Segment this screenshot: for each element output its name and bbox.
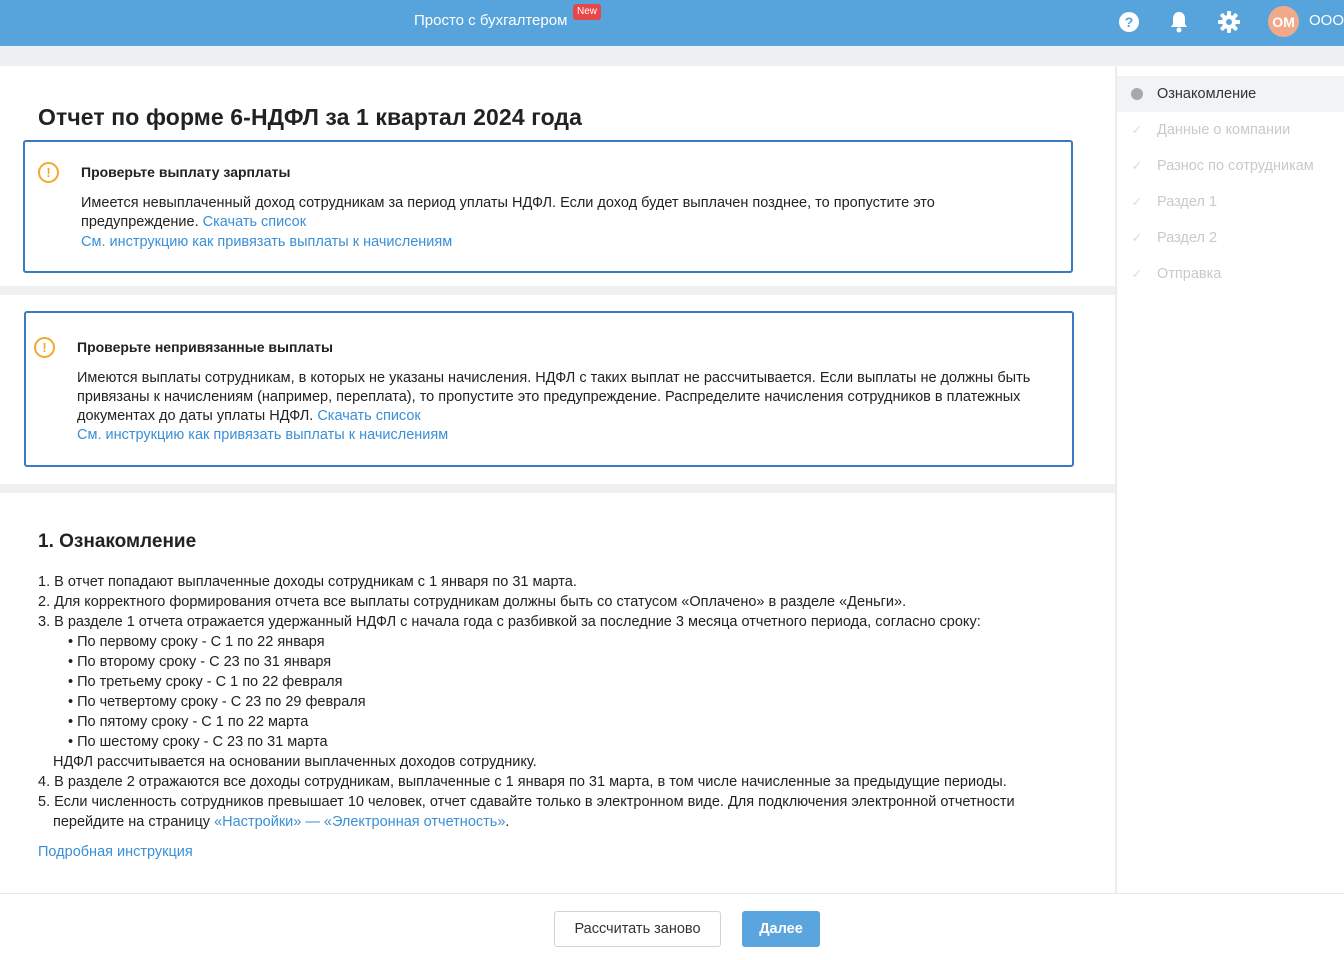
divider bbox=[0, 286, 1115, 295]
topbar: Просто с бухгалтером New ? ОМ ООО bbox=[0, 0, 1344, 46]
current-step-dot-icon bbox=[1131, 88, 1143, 100]
new-badge: New bbox=[573, 4, 602, 20]
section-title: 1. Ознакомление bbox=[38, 531, 197, 552]
intro-item: 3. В разделе 1 отчета отражается удержан… bbox=[38, 614, 981, 630]
check-icon: ✓ bbox=[1131, 122, 1143, 137]
intro-item: 1. В отчет попадают выплаченные доходы с… bbox=[38, 574, 577, 590]
recalculate-button[interactable]: Рассчитать заново bbox=[554, 911, 721, 947]
step-submit[interactable]: ✓ Отправка bbox=[1117, 256, 1344, 292]
main-content: Отчет по форме 6-НДФЛ за 1 квартал 2024 … bbox=[0, 66, 1115, 960]
check-icon: ✓ bbox=[1131, 230, 1143, 245]
alert-text: Имеются выплаты сотрудникам, в которых н… bbox=[77, 369, 1062, 426]
intro-text: . bbox=[505, 814, 510, 830]
check-icon: ✓ bbox=[1131, 158, 1143, 173]
intro-item: 2. Для корректного формирования отчета в… bbox=[38, 594, 907, 610]
step-label: Отправка bbox=[1157, 266, 1222, 282]
step-employees[interactable]: ✓ Разнос по сотрудникам bbox=[1117, 148, 1344, 184]
term-item: • По четвертому сроку - С 23 по 29 февра… bbox=[68, 694, 366, 710]
intro-note: НДФЛ рассчитывается на основании выплаче… bbox=[53, 754, 537, 770]
alert-title: Проверьте выплату зарплаты bbox=[81, 164, 291, 180]
term-item: • По первому сроку - С 1 по 22 января bbox=[68, 634, 325, 650]
gear-icon[interactable] bbox=[1216, 9, 1242, 35]
page-title: Отчет по форме 6-НДФЛ за 1 квартал 2024 … bbox=[38, 104, 583, 130]
detailed-instruction-link[interactable]: Подробная инструкция bbox=[38, 844, 193, 860]
term-item: • По шестому сроку - С 23 по 31 марта bbox=[68, 734, 328, 750]
step-label: Раздел 1 bbox=[1157, 194, 1218, 210]
step-label: Ознакомление bbox=[1157, 86, 1257, 102]
instruction-link[interactable]: См. инструкцию как привязать выплаты к н… bbox=[77, 427, 448, 443]
intro-item: 4. В разделе 2 отражаются все доходы сот… bbox=[38, 774, 1007, 790]
instruction-link[interactable]: См. инструкцию как привязать выплаты к н… bbox=[81, 234, 452, 250]
step-company-data[interactable]: ✓ Данные о компании bbox=[1117, 112, 1344, 148]
warning-icon: ! bbox=[38, 162, 59, 183]
check-icon: ✓ bbox=[1131, 266, 1143, 281]
warning-icon: ! bbox=[34, 337, 55, 358]
alert-title: Проверьте непривязанные выплаты bbox=[77, 339, 333, 355]
bell-icon[interactable] bbox=[1166, 9, 1192, 35]
step-label: Данные о компании bbox=[1157, 122, 1291, 138]
svg-text:?: ? bbox=[1125, 14, 1134, 30]
intro-text: перейдите на страницу bbox=[53, 814, 215, 830]
steps-sidebar: Ознакомление ✓ Данные о компании ✓ Разно… bbox=[1116, 66, 1344, 894]
alert-unpaid-salary: ! Проверьте выплату зарплаты Имеется нев… bbox=[23, 140, 1073, 273]
term-item: • По второму сроку - С 23 по 31 января bbox=[68, 654, 332, 670]
alert-unlinked-payments: ! Проверьте непривязанные выплаты Имеютс… bbox=[24, 311, 1074, 467]
avatar[interactable]: ОМ bbox=[1268, 6, 1299, 37]
intro-list: 1. В отчет попадают выплаченные доходы с… bbox=[38, 572, 1098, 832]
app-title[interactable]: Просто с бухгалтером bbox=[414, 12, 567, 29]
intro-item: 5. Если численность сотрудников превышае… bbox=[38, 794, 1015, 810]
alert-message: Имеются выплаты сотрудникам, в которых н… bbox=[77, 370, 1031, 424]
step-intro[interactable]: Ознакомление bbox=[1117, 76, 1344, 112]
download-list-link[interactable]: Скачать список bbox=[317, 408, 420, 424]
term-item: • По пятому сроку - С 1 по 22 марта bbox=[68, 714, 309, 730]
divider bbox=[0, 484, 1115, 493]
footer: Рассчитать заново Далее bbox=[0, 893, 1344, 960]
org-name[interactable]: ООО bbox=[1309, 12, 1344, 29]
settings-link[interactable]: «Настройки» — «Электронная отчетность» bbox=[214, 814, 505, 830]
download-list-link[interactable]: Скачать список bbox=[203, 214, 306, 230]
next-button[interactable]: Далее bbox=[742, 911, 820, 947]
check-icon: ✓ bbox=[1131, 194, 1143, 209]
term-item: • По третьему сроку - С 1 по 22 февраля bbox=[68, 674, 343, 690]
step-label: Раздел 2 bbox=[1157, 230, 1218, 246]
step-section-1[interactable]: ✓ Раздел 1 bbox=[1117, 184, 1344, 220]
intro-item-continuation: перейдите на страницу «Настройки» — «Эле… bbox=[38, 812, 1098, 832]
alert-text: Имеется невыплаченный доход сотрудникам … bbox=[81, 194, 1041, 232]
step-label: Разнос по сотрудникам bbox=[1157, 158, 1314, 174]
step-section-2[interactable]: ✓ Раздел 2 bbox=[1117, 220, 1344, 256]
help-icon[interactable]: ? bbox=[1116, 9, 1142, 35]
